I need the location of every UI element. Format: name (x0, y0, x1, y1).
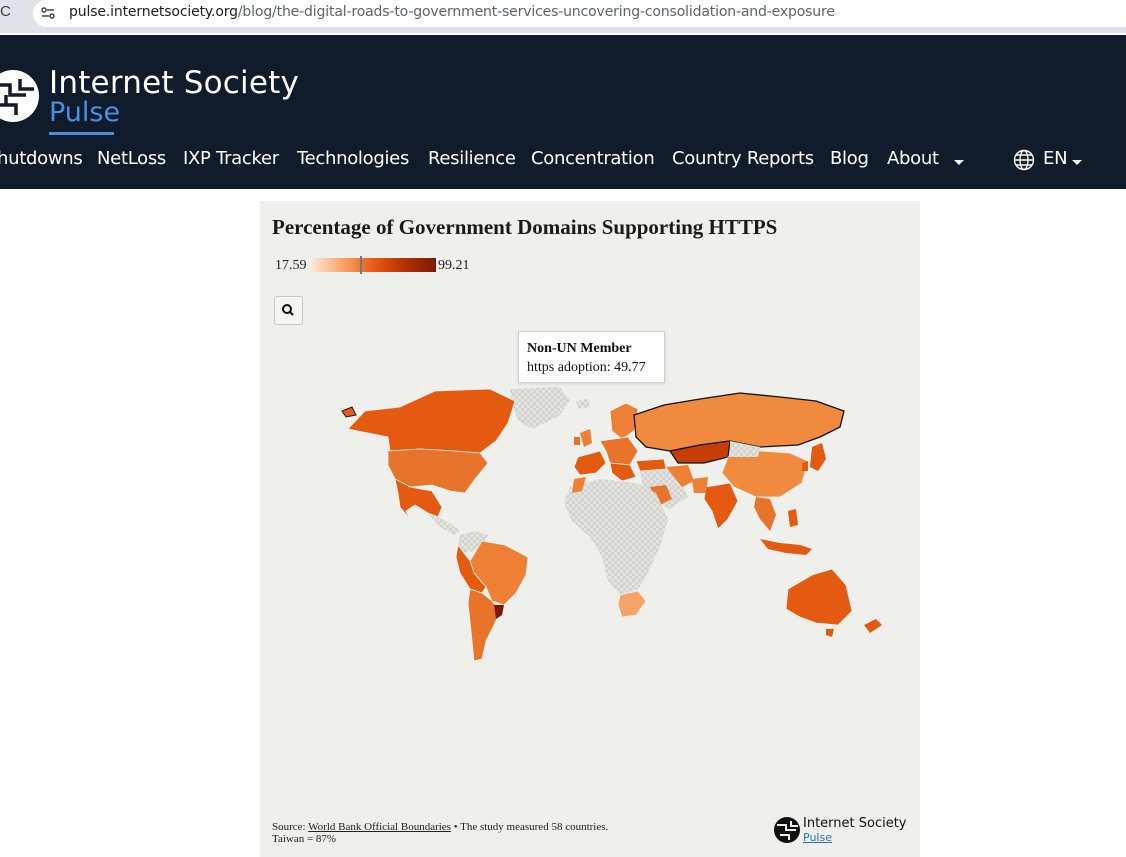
map-tooltip: Non-UN Member https adoption: 49.77 (518, 331, 665, 383)
search-icon (282, 304, 294, 316)
country-scandinavia[interactable] (609, 402, 639, 440)
nav-technologies[interactable]: Technologies (297, 148, 409, 169)
site-header: Internet Society Pulse hutdowns NetLoss … (0, 35, 1126, 189)
address-bar[interactable]: pulse.internetsociety.org/blog/the-digit… (33, 0, 1126, 27)
taiwan-note: Taiwan = 87% (272, 833, 337, 845)
nav-concentration[interactable]: Concentration (531, 148, 655, 169)
browser-toolbar: C pulse.internetsociety.org/blog/the-dig… (0, 0, 1126, 33)
globe-icon[interactable] (1013, 149, 1035, 171)
region-central-europe[interactable] (599, 436, 639, 466)
country-south-africa[interactable] (617, 590, 647, 618)
nav-shutdowns[interactable]: hutdowns (0, 148, 83, 169)
country-canada[interactable] (347, 388, 516, 454)
nav-country-reports[interactable]: Country Reports (672, 148, 814, 169)
region-africa-no-data[interactable] (564, 479, 668, 597)
country-tasmania[interactable] (826, 629, 834, 637)
region-southeast-asia[interactable] (754, 497, 776, 531)
country-ireland[interactable] (574, 437, 580, 445)
world-map[interactable] (260, 201, 920, 857)
footer-brand[interactable]: Internet Society (803, 816, 907, 831)
country-turkey[interactable] (635, 458, 667, 472)
country-japan[interactable] (810, 443, 826, 471)
country-france-spain[interactable] (573, 450, 607, 476)
footer-globe-icon[interactable] (772, 815, 802, 845)
legend-max-label: 99.21 (438, 258, 470, 273)
country-alaska-detail[interactable] (341, 406, 357, 418)
legend-min-label: 17.59 (275, 258, 307, 273)
chart-title: Percentage of Government Domains Support… (272, 215, 778, 239)
country-pakistan[interactable] (692, 477, 708, 493)
region-central-america[interactable] (428, 513, 460, 535)
brand-sub-name[interactable]: Pulse (49, 97, 120, 128)
legend-value-marker (360, 256, 362, 274)
zoom-button[interactable] (274, 296, 303, 325)
country-china[interactable] (721, 450, 809, 498)
chart-source: Source: World Bank Official Boundaries •… (272, 821, 609, 845)
country-indonesia[interactable] (760, 539, 812, 555)
tooltip-value: https adoption: 49.77 (527, 360, 646, 375)
brand-name[interactable]: Internet Society (49, 65, 299, 101)
country-russia[interactable] (633, 392, 845, 452)
nav-about[interactable]: About (887, 148, 939, 169)
country-australia[interactable] (785, 568, 853, 626)
country-iceland[interactable] (576, 399, 590, 409)
chart-card: Percentage of Government Domains Support… (260, 201, 920, 857)
country-new-zealand[interactable] (864, 619, 882, 633)
url-text[interactable]: pulse.internetsociety.org/blog/the-digit… (69, 4, 835, 20)
source-link[interactable]: World Bank Official Boundaries (308, 821, 451, 833)
nav-ixp-tracker[interactable]: IXP Tracker (183, 148, 279, 169)
brand-underline (49, 132, 114, 135)
nav-blog[interactable]: Blog (830, 148, 869, 169)
internet-society-globe-icon[interactable] (0, 65, 40, 127)
language-chevron-down-icon[interactable] (1072, 160, 1082, 165)
footer-sub-brand[interactable]: Pulse (803, 831, 832, 844)
nav-netloss[interactable]: NetLoss (97, 148, 166, 169)
site-settings-icon[interactable] (40, 5, 56, 21)
country-philippines[interactable] (788, 509, 798, 527)
tooltip-title: Non-UN Member (527, 341, 632, 356)
country-india[interactable] (703, 482, 739, 530)
country-uk[interactable] (580, 429, 592, 447)
language-selector[interactable]: EN (1043, 148, 1068, 169)
country-italy-balkans[interactable] (609, 462, 637, 482)
legend-color-scale (312, 258, 436, 272)
reload-icon[interactable]: C (0, 3, 11, 20)
nav-resilience[interactable]: Resilience (428, 148, 516, 169)
about-chevron-down-icon[interactable] (954, 160, 964, 165)
country-greenland[interactable] (510, 387, 570, 429)
